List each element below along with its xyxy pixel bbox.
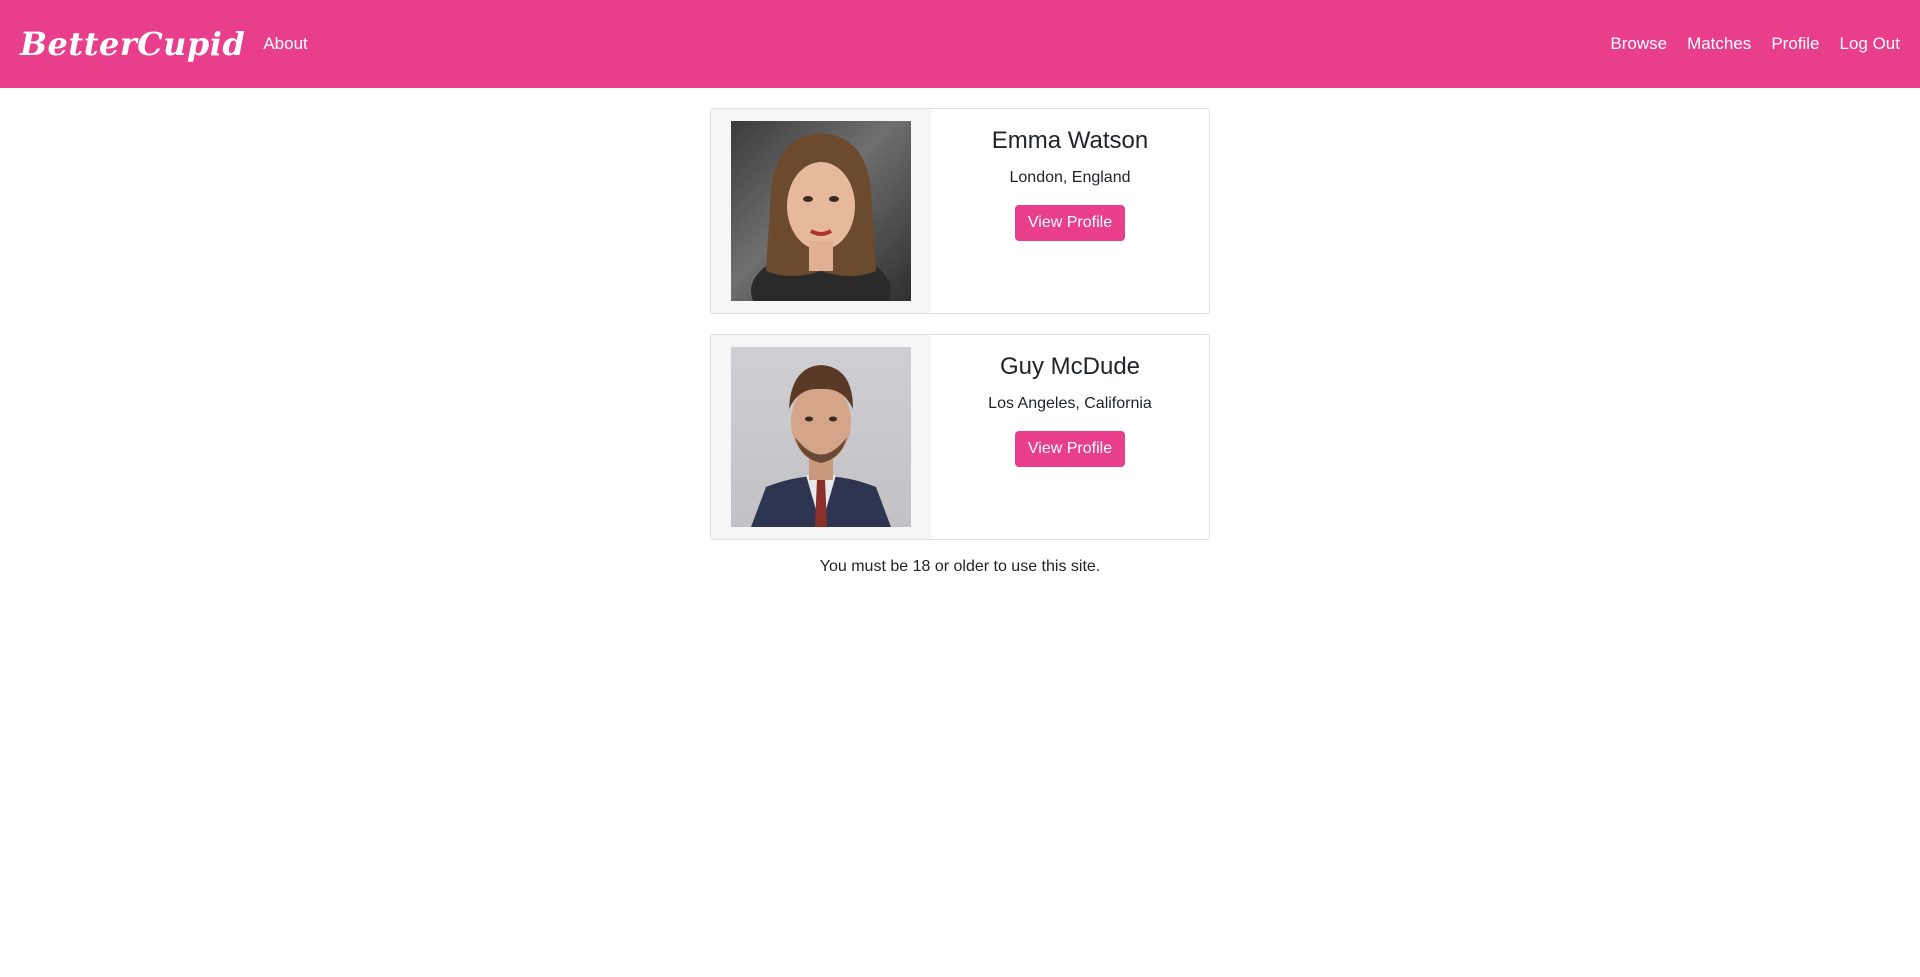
- brand-logo[interactable]: BetterCupid: [20, 25, 245, 63]
- profile-card: Guy McDude Los Angeles, California View …: [710, 334, 1210, 540]
- profile-location: Los Angeles, California: [988, 395, 1152, 412]
- profile-list: Emma Watson London, England View Profile: [710, 108, 1210, 576]
- profile-info: Guy McDude Los Angeles, California View …: [931, 335, 1209, 539]
- profile-name: Guy McDude: [999, 353, 1141, 380]
- portrait-illustration: [751, 133, 891, 301]
- photo-container: [711, 109, 931, 313]
- profile-location: London, England: [1009, 169, 1131, 186]
- profile-info: Emma Watson London, England View Profile: [931, 109, 1209, 313]
- nav-right: Browse Matches Profile Log Out: [1590, 34, 1900, 54]
- nav-link-matches[interactable]: Matches: [1687, 34, 1751, 54]
- age-notice: You must be 18 or older to use this site…: [819, 558, 1101, 575]
- profile-name: Emma Watson: [991, 127, 1149, 154]
- photo-container: [711, 335, 931, 539]
- nav-link-profile[interactable]: Profile: [1771, 34, 1819, 54]
- view-profile-button[interactable]: View Profile: [1014, 431, 1126, 467]
- profile-card: Emma Watson London, England View Profile: [710, 108, 1210, 314]
- profile-photo: [731, 121, 911, 301]
- nav-left: BetterCupid About: [20, 25, 308, 63]
- view-profile-button[interactable]: View Profile: [1014, 205, 1126, 241]
- nav-link-about[interactable]: About: [263, 34, 307, 54]
- navbar: BetterCupid About Browse Matches Profile…: [0, 0, 1920, 88]
- nav-link-logout[interactable]: Log Out: [1840, 34, 1901, 54]
- profile-photo: [731, 347, 911, 527]
- portrait-illustration: [751, 365, 891, 527]
- nav-link-browse[interactable]: Browse: [1610, 34, 1667, 54]
